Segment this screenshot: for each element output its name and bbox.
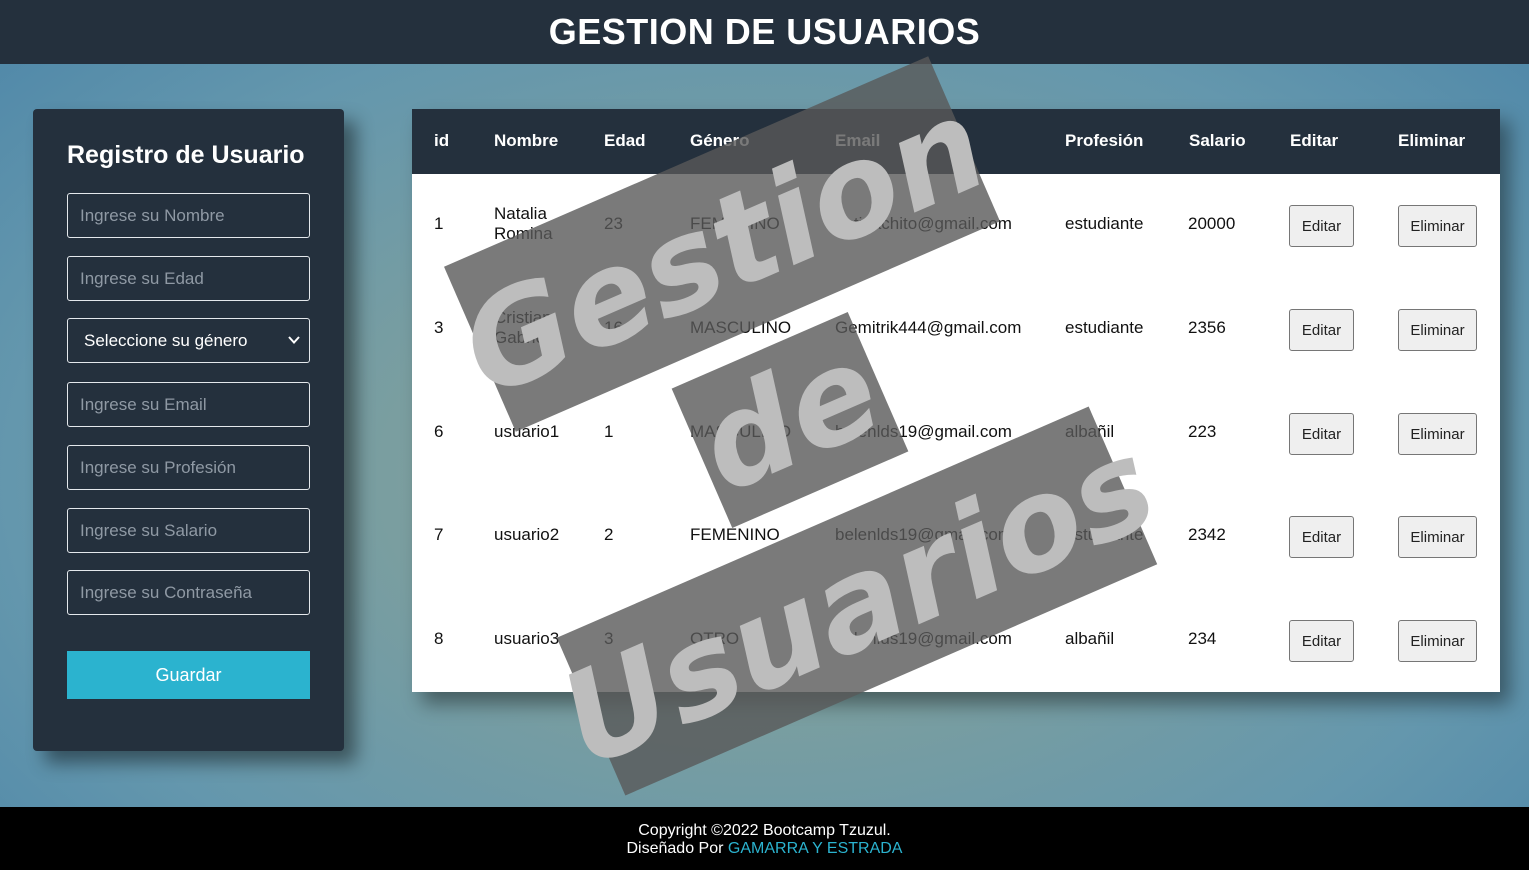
cell-nombre: Cristian Gabriel xyxy=(494,308,552,347)
col-header-id: id xyxy=(434,131,450,150)
cell-genero: MASCULINO xyxy=(690,318,792,337)
cell-salario: 223 xyxy=(1188,422,1217,441)
cell-genero: FEMENINO xyxy=(690,525,780,544)
cell-id: 6 xyxy=(434,422,444,441)
cell-edad: 16 xyxy=(604,318,623,337)
col-header-genero: Género xyxy=(690,131,750,150)
cell-edad: 3 xyxy=(604,629,614,648)
edit-button[interactable]: Editar xyxy=(1289,309,1354,351)
cell-email: belenlds19@gmail.com xyxy=(835,629,1012,648)
cell-genero: FEMENINO xyxy=(690,214,780,233)
delete-button[interactable]: Eliminar xyxy=(1398,205,1477,247)
col-header-edad: Edad xyxy=(604,131,646,150)
edit-button[interactable]: Editar xyxy=(1289,516,1354,558)
cell-profesion: estudiante xyxy=(1065,318,1144,337)
col-header-nombre: Nombre xyxy=(494,131,559,150)
edit-button[interactable]: Editar xyxy=(1289,413,1354,455)
name-input[interactable] xyxy=(67,193,310,238)
cell-profesion: estudiante xyxy=(1065,525,1144,544)
footer-authors-link[interactable]: GAMARRA Y ESTRADA xyxy=(728,840,903,857)
cell-email: nati.tachito@gmail.com xyxy=(835,214,1012,233)
profession-input[interactable] xyxy=(67,445,310,490)
edit-button[interactable]: Editar xyxy=(1289,205,1354,247)
footer: Copyright ©2022 Bootcamp Tzuzul. Diseñad… xyxy=(0,807,1529,870)
page-title: GESTION DE USUARIOS xyxy=(548,11,981,52)
footer-designed-by: Diseñado Por xyxy=(626,839,724,857)
footer-credits: Diseñado Por GAMARRA Y ESTRADA xyxy=(627,840,903,858)
col-header-email: Email xyxy=(835,131,881,150)
registration-form: Registro de Usuario Seleccione su género… xyxy=(33,109,344,751)
footer-copyright: Copyright ©2022 Bootcamp Tzuzul. xyxy=(638,821,891,839)
top-header: GESTION DE USUARIOS xyxy=(0,0,1529,64)
cell-edad: 1 xyxy=(604,422,614,441)
email-input[interactable] xyxy=(67,382,310,427)
gender-select-value: Seleccione su género xyxy=(84,330,248,350)
cell-profesion: albañil xyxy=(1065,422,1115,441)
table-row: 8 usuario3 3 OTRO belenlds19@gmail.com a… xyxy=(412,587,1500,691)
col-header-eliminar: Eliminar xyxy=(1398,131,1466,150)
chevron-down-icon xyxy=(288,336,300,344)
table-row: 3 Cristian Gabriel 16 MASCULINO Gemitrik… xyxy=(412,276,1500,380)
cell-nombre: usuario3 xyxy=(494,629,560,648)
table-row: 7 usuario2 2 FEMENINO belenlds19@gmail.c… xyxy=(412,483,1500,587)
cell-email: Gemitrik444@gmail.com xyxy=(835,318,1022,337)
cell-salario: 2356 xyxy=(1188,318,1226,337)
cell-nombre: usuario1 xyxy=(494,422,560,441)
cell-email: belenlds19@gmail.com xyxy=(835,422,1012,441)
col-header-editar: Editar xyxy=(1290,131,1339,150)
delete-button[interactable]: Eliminar xyxy=(1398,620,1477,662)
table-row: 1 Natalia Romina 23 FEMENINO nati.tachit… xyxy=(412,172,1500,276)
col-header-profesion: Profesión xyxy=(1065,131,1144,150)
cell-genero: OTRO xyxy=(690,629,740,648)
age-input[interactable] xyxy=(67,256,310,301)
users-table: id Nombre Edad Género Email Profesión Sa… xyxy=(412,109,1500,692)
form-title: Registro de Usuario xyxy=(67,141,305,169)
cell-salario: 234 xyxy=(1188,629,1217,648)
cell-genero: MASCULINO xyxy=(690,422,792,441)
cell-edad: 23 xyxy=(604,214,623,233)
cell-salario: 2342 xyxy=(1188,525,1226,544)
gender-select[interactable]: Seleccione su género xyxy=(67,318,310,363)
table-header: id Nombre Edad Género Email Profesión Sa… xyxy=(412,109,1500,174)
cell-nombre: usuario2 xyxy=(494,525,560,544)
save-button[interactable]: Guardar xyxy=(67,651,310,699)
cell-id: 3 xyxy=(434,318,444,337)
password-input[interactable] xyxy=(67,570,310,615)
cell-nombre: Natalia Romina xyxy=(494,204,553,243)
cell-id: 8 xyxy=(434,629,444,648)
cell-profesion: estudiante xyxy=(1065,214,1144,233)
salary-input[interactable] xyxy=(67,508,310,553)
col-header-salario: Salario xyxy=(1189,131,1246,150)
delete-button[interactable]: Eliminar xyxy=(1398,516,1477,558)
cell-profesion: albañil xyxy=(1065,629,1115,648)
cell-id: 1 xyxy=(434,214,444,233)
cell-edad: 2 xyxy=(604,525,614,544)
delete-button[interactable]: Eliminar xyxy=(1398,413,1477,455)
edit-button[interactable]: Editar xyxy=(1289,620,1354,662)
cell-email: belenlds19@gmail.com xyxy=(835,525,1012,544)
cell-salario: 20000 xyxy=(1188,214,1236,233)
cell-id: 7 xyxy=(434,525,444,544)
table-row: 6 usuario1 1 MASCULINO belenlds19@gmail.… xyxy=(412,380,1500,484)
delete-button[interactable]: Eliminar xyxy=(1398,309,1477,351)
